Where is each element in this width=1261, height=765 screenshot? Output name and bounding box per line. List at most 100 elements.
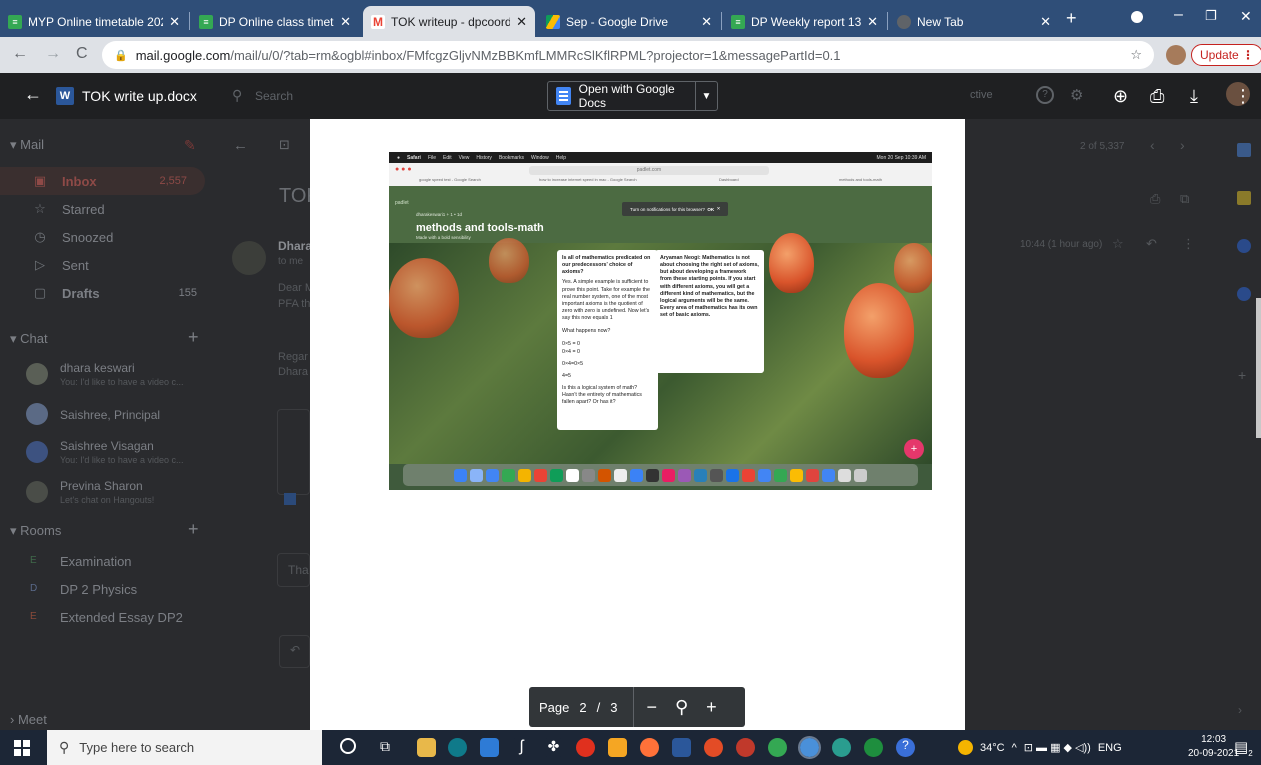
close-tab-icon[interactable]: ✕ bbox=[867, 14, 878, 30]
weather-sun-icon[interactable] bbox=[958, 740, 973, 755]
mail-section-label: ▾ Mail bbox=[10, 137, 44, 152]
chevron-up-icon[interactable]: ^ bbox=[1012, 742, 1017, 754]
system-tray: 34°C ^ ⊡ ▬ ▦ ◆ ◁)) ENG bbox=[958, 730, 1122, 765]
upload-app-icon[interactable] bbox=[864, 738, 883, 757]
settings-gear-icon[interactable]: ⚙ bbox=[1070, 86, 1083, 104]
cortana-icon[interactable] bbox=[340, 738, 356, 754]
print-icon[interactable]: ⎙ bbox=[1150, 191, 1160, 207]
restore-button[interactable]: ❐ bbox=[1205, 8, 1217, 24]
close-tab-icon[interactable]: ✕ bbox=[1040, 14, 1051, 30]
chrome-icon[interactable] bbox=[832, 738, 851, 757]
tray-icons[interactable]: ⊡ ▬ ▦ ◆ ◁)) bbox=[1024, 741, 1091, 754]
tab-myp-timetable[interactable]: ≡ MYP Online timetable 2021 ✕ bbox=[0, 6, 188, 37]
expand-panel-icon[interactable]: › bbox=[1238, 703, 1242, 717]
attachment-card[interactable] bbox=[277, 409, 310, 495]
sticky-notes-icon[interactable] bbox=[608, 738, 627, 757]
minimize-button[interactable]: – bbox=[1174, 6, 1183, 24]
edge-icon[interactable] bbox=[448, 738, 467, 757]
room-examination[interactable]: Examination bbox=[60, 554, 132, 569]
taskbar-search-box[interactable]: ⚲ Type here to search bbox=[47, 730, 322, 765]
zoom-in-button[interactable]: + bbox=[706, 697, 717, 718]
chevron-down-icon[interactable]: ▼ bbox=[694, 82, 717, 110]
file-explorer-icon[interactable] bbox=[417, 738, 436, 757]
open-with-google-docs-button[interactable]: Open with Google Docs ▼ bbox=[547, 81, 718, 111]
download-icon[interactable]: ⤓ bbox=[1190, 86, 1198, 107]
help-icon[interactable]: ? bbox=[1036, 86, 1054, 104]
close-viewer-arrow-icon[interactable]: ← bbox=[24, 84, 42, 105]
winamp-icon[interactable]: ʃ bbox=[512, 738, 531, 757]
firefox-icon[interactable] bbox=[640, 738, 659, 757]
reply-icon[interactable]: ↶ bbox=[1146, 236, 1157, 252]
newer-chevron-icon[interactable]: › bbox=[1180, 137, 1185, 153]
new-room-plus-icon[interactable]: + bbox=[188, 519, 199, 540]
bookmark-star-icon[interactable]: ☆ bbox=[1130, 47, 1142, 63]
print-icon[interactable]: ⎙ bbox=[1150, 86, 1164, 107]
tab-dp-timetable[interactable]: ≡ DP Online class timetable_2 ✕ bbox=[191, 6, 359, 37]
help-app-icon[interactable]: ? bbox=[896, 738, 915, 757]
search-icon[interactable]: ⚲ bbox=[232, 87, 242, 104]
forward-arrow-icon[interactable]: → bbox=[45, 45, 61, 63]
chrome-icon[interactable] bbox=[798, 736, 821, 759]
archive-icon[interactable]: ⊡ bbox=[279, 137, 290, 153]
close-tab-icon[interactable]: ✕ bbox=[340, 14, 351, 30]
open-new-window-icon[interactable]: ⧉ bbox=[1180, 191, 1189, 207]
tab-new-tab[interactable]: New Tab ✕ bbox=[889, 6, 1059, 37]
tab-google-drive[interactable]: Sep - Google Drive ✕ bbox=[538, 6, 720, 37]
word-icon[interactable] bbox=[672, 738, 691, 757]
windows-start-icon[interactable] bbox=[14, 740, 30, 756]
tab-tok-writeup[interactable]: M TOK writeup - dpcoordinato ✕ bbox=[363, 6, 535, 37]
search-icon: ⚲ bbox=[59, 739, 70, 755]
close-tab-icon[interactable]: ✕ bbox=[169, 14, 180, 30]
new-chat-plus-icon[interactable]: + bbox=[188, 327, 199, 348]
back-to-inbox-icon[interactable]: ← bbox=[233, 137, 248, 154]
address-bar[interactable]: 🔒 mail.google.com/mail/u/0/?tab=rm&ogbl#… bbox=[102, 41, 1154, 69]
calendar-addon-icon[interactable] bbox=[1237, 143, 1251, 157]
get-addons-plus-icon[interactable]: + bbox=[1238, 367, 1246, 383]
reply-button[interactable]: ↶ bbox=[279, 635, 310, 668]
mail-app-icon[interactable] bbox=[480, 738, 499, 757]
profile-indicator-icon[interactable] bbox=[1131, 11, 1143, 23]
folder-drafts[interactable]: ▢ Drafts 155 bbox=[0, 279, 215, 307]
chrome-icon bbox=[897, 14, 911, 29]
profile-avatar[interactable] bbox=[1166, 45, 1186, 65]
close-window-button[interactable]: ✕ bbox=[1240, 8, 1252, 25]
older-chevron-icon[interactable]: ‹ bbox=[1150, 137, 1155, 153]
folder-snoozed[interactable]: ◷ Snoozed bbox=[0, 223, 215, 251]
update-button[interactable]: Update ⋮ bbox=[1191, 44, 1261, 66]
draft-icon: ▢ bbox=[33, 285, 47, 300]
lock-icon: 🔒 bbox=[114, 49, 128, 62]
dropbox-icon[interactable]: ✤ bbox=[544, 738, 563, 757]
google-docs-icon bbox=[556, 87, 571, 105]
chrome-icon[interactable] bbox=[736, 738, 755, 757]
scrollbar[interactable] bbox=[1256, 298, 1261, 438]
zoom-out-button[interactable]: − bbox=[646, 697, 657, 718]
tasks-addon-icon[interactable] bbox=[1237, 239, 1251, 253]
close-tab-icon[interactable]: ✕ bbox=[516, 14, 527, 30]
chrome-icon[interactable] bbox=[768, 738, 787, 757]
keep-addon-icon[interactable] bbox=[1237, 191, 1251, 205]
app-icon[interactable] bbox=[704, 738, 723, 757]
contacts-addon-icon[interactable] bbox=[1237, 287, 1251, 301]
notifications-icon[interactable]: ▤2 bbox=[1234, 738, 1253, 758]
avatar bbox=[26, 481, 48, 503]
star-icon[interactable]: ☆ bbox=[1112, 236, 1124, 252]
tab-dp-weekly-report[interactable]: ≡ DP Weekly report 13th Sep ✕ bbox=[723, 6, 886, 37]
more-vert-icon[interactable]: ⋮ bbox=[1182, 236, 1195, 252]
back-arrow-icon[interactable]: ← bbox=[12, 45, 28, 63]
room-dp2-physics[interactable]: DP 2 Physics bbox=[60, 582, 137, 597]
taskbar-clock[interactable]: 12:03 20-09-2021 bbox=[1188, 733, 1239, 761]
room-extended-essay[interactable]: Extended Essay DP2 bbox=[60, 610, 183, 625]
close-tab-icon[interactable]: ✕ bbox=[701, 14, 712, 30]
reload-icon[interactable]: C bbox=[76, 45, 88, 63]
compose-pencil-icon[interactable]: ✎ bbox=[184, 137, 196, 154]
opera-icon[interactable] bbox=[576, 738, 595, 757]
new-tab-button[interactable]: + bbox=[1066, 8, 1077, 29]
folder-sent[interactable]: ▷ Sent bbox=[0, 251, 215, 279]
folder-inbox[interactable]: ▣ Inbox 2,557 bbox=[0, 167, 205, 195]
add-to-drive-icon[interactable]: ⊕ bbox=[1113, 86, 1128, 107]
task-view-icon[interactable]: ⧉ bbox=[380, 738, 390, 755]
more-options-icon[interactable]: ⋮ bbox=[1234, 86, 1252, 107]
folder-starred[interactable]: ☆ Starred bbox=[0, 195, 215, 223]
smart-reply-chip[interactable]: Tha bbox=[277, 553, 310, 587]
page-indicator[interactable]: Page 2 / 3 bbox=[529, 687, 635, 727]
